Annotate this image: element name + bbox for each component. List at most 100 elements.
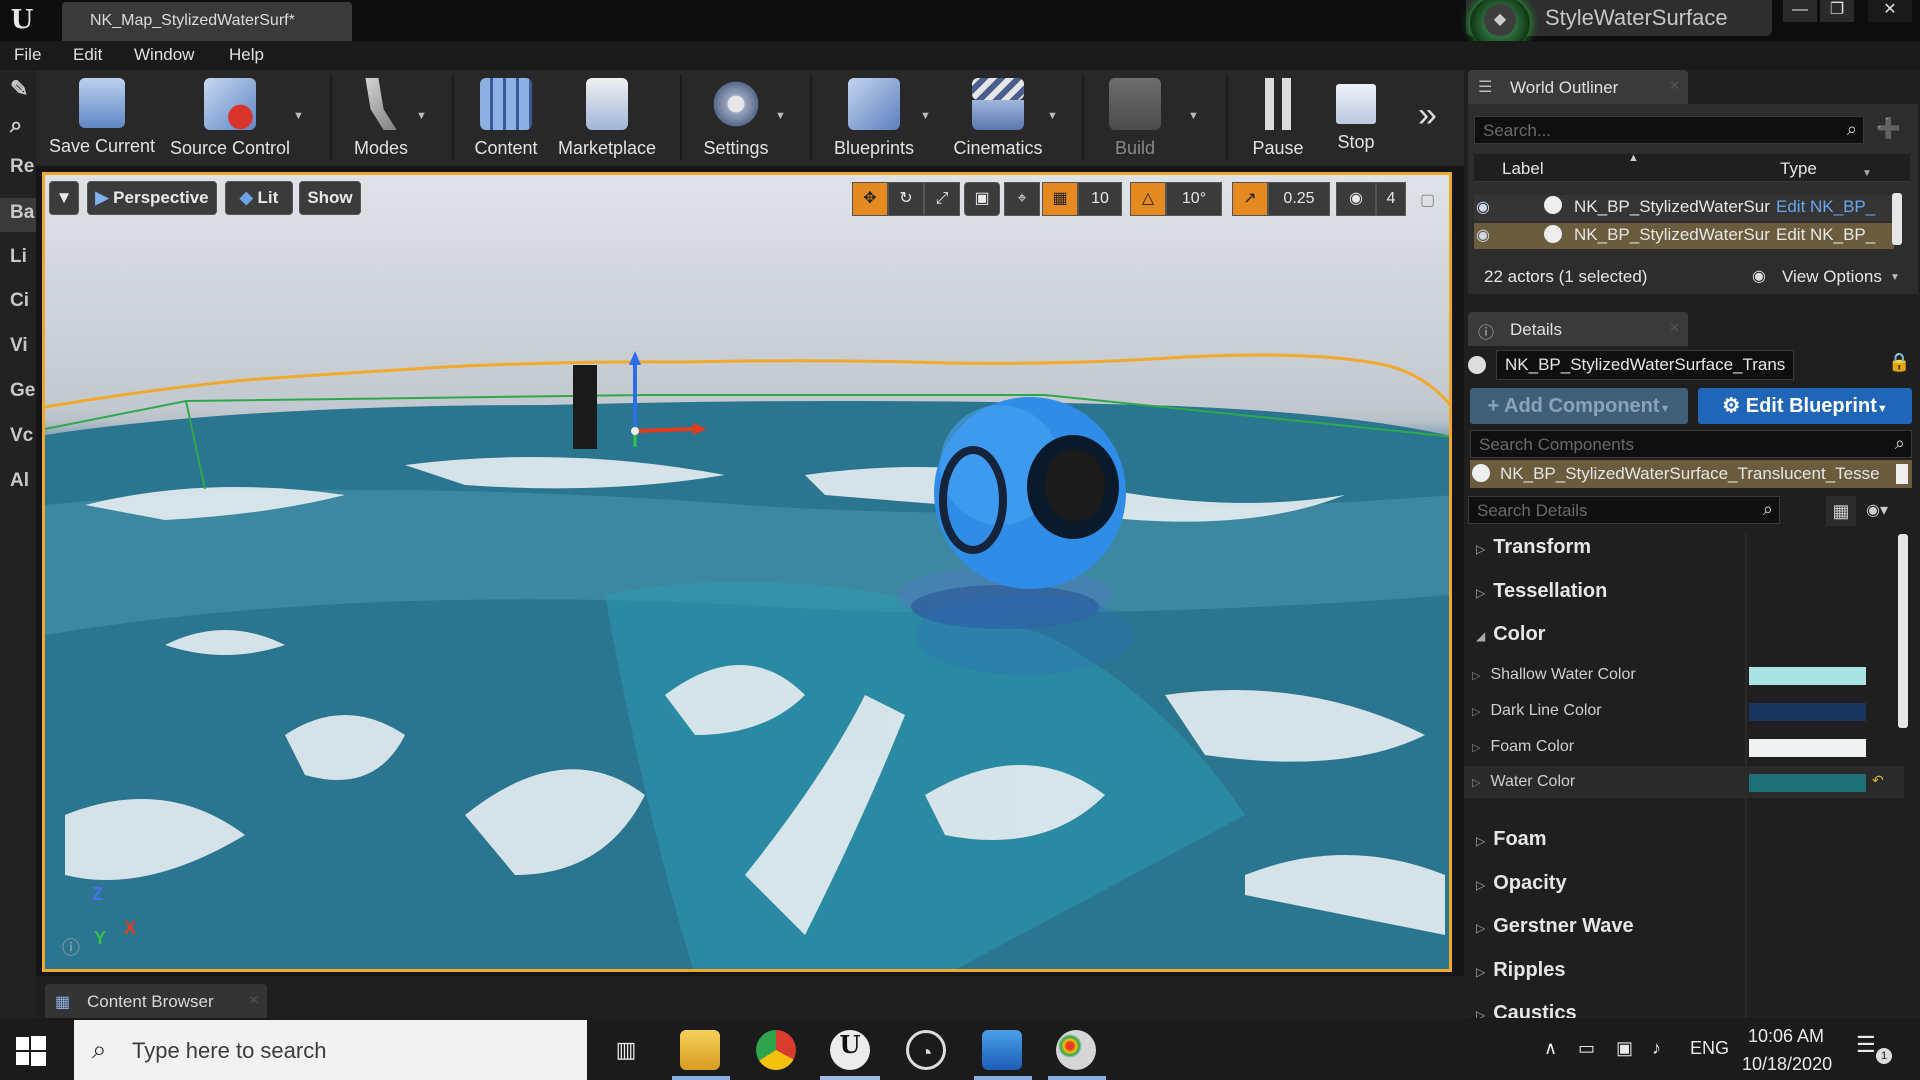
show-button[interactable]: Show <box>299 181 361 215</box>
reset-to-default-icon[interactable]: ↶ <box>1872 772 1884 789</box>
cinematics-dropdown-icon[interactable]: ▼ <box>1047 110 1058 122</box>
foam-color-swatch[interactable] <box>1749 739 1866 757</box>
tab-lights[interactable]: Li <box>0 246 36 268</box>
category-transform[interactable]: ▷ Transform <box>1476 536 1591 559</box>
search-icon[interactable]: ⌕ <box>0 112 36 138</box>
restore-button[interactable]: ❐ <box>1820 0 1854 22</box>
tab-basic[interactable]: Ba <box>0 198 36 232</box>
rotation-snap-icon[interactable]: △ <box>1130 182 1166 216</box>
menu-file[interactable]: File <box>14 45 41 65</box>
scale-snap-value[interactable]: 0.25 <box>1268 182 1330 216</box>
camera-speed-icon[interactable]: ◉ <box>1336 182 1376 216</box>
tab-geometry[interactable]: Ge <box>0 380 36 402</box>
marketplace-button[interactable]: Marketplace <box>552 74 662 162</box>
settings-button[interactable]: Settings <box>690 74 782 162</box>
edit-blueprint-link[interactable]: Edit NK_BP_ <box>1776 225 1875 245</box>
visibility-eye-icon[interactable]: ◉ <box>1476 225 1490 245</box>
input-language[interactable]: ENG <box>1690 1038 1729 1059</box>
outliner-scrollbar[interactable] <box>1892 193 1902 245</box>
lock-icon[interactable]: 🔒 <box>1888 352 1910 373</box>
world-outliner-tab[interactable]: ☰ World Outliner ✕ <box>1468 70 1688 104</box>
build-button[interactable]: Build <box>1096 74 1174 162</box>
stop-button[interactable]: Stop <box>1322 74 1390 162</box>
close-icon[interactable]: ✕ <box>249 993 259 1007</box>
close-button[interactable]: ✕ <box>1868 0 1912 22</box>
unreal-logo-icon[interactable]: U <box>6 4 38 36</box>
paint-app-icon[interactable] <box>1056 1030 1096 1070</box>
add-filter-icon[interactable]: ➕ <box>1876 116 1901 141</box>
battery-icon[interactable]: ▭ <box>1578 1038 1595 1059</box>
blueprints-dropdown-icon[interactable]: ▼ <box>920 110 931 122</box>
category-gerstner-wave[interactable]: ▷ Gerstner Wave <box>1476 915 1634 938</box>
chrome-icon[interactable] <box>756 1030 796 1070</box>
settings-dropdown-icon[interactable]: ▼ <box>775 110 786 122</box>
outliner-search-input[interactable]: Search... ⌕ <box>1474 116 1864 144</box>
world-local-toggle-icon[interactable]: ▣ <box>964 182 1000 216</box>
content-button[interactable]: Content <box>466 74 546 162</box>
details-tab[interactable]: ⓘ Details ✕ <box>1468 312 1688 346</box>
level-viewport[interactable]: ▼ ▶ Perspective ◆ Lit Show <box>42 172 1452 972</box>
property-foam-color[interactable]: ▷ Foam Color <box>1472 738 1574 756</box>
scale-tool-icon[interactable]: ⤢ <box>924 182 960 216</box>
property-shallow-water-color[interactable]: ▷ Shallow Water Color <box>1472 666 1636 684</box>
search-components-input[interactable]: Search Components ⌕ <box>1470 430 1912 458</box>
windows-start-icon[interactable] <box>16 1036 46 1066</box>
menu-edit[interactable]: Edit <box>73 45 102 65</box>
tab-visual-effects[interactable]: Vi <box>0 335 36 357</box>
outliner-col-type[interactable]: Type <box>1780 159 1817 179</box>
tab-cinematic[interactable]: Ci <box>0 290 36 312</box>
close-icon[interactable]: ✕ <box>1669 320 1680 336</box>
category-color[interactable]: ◢ Color <box>1476 623 1545 646</box>
cinematics-button[interactable]: Cinematics <box>946 74 1050 162</box>
surface-snap-icon[interactable]: ⌖ <box>1004 182 1040 216</box>
search-details-input[interactable]: Search Details ⌕ <box>1468 496 1780 524</box>
menu-help[interactable]: Help <box>229 45 264 65</box>
edit-blueprint-button[interactable]: ⚙ Edit Blueprint▼ <box>1698 388 1912 424</box>
view-mode-button[interactable]: ◆ Lit <box>225 181 293 215</box>
toolbar-overflow-icon[interactable]: » <box>1418 96 1437 135</box>
translate-tool-icon[interactable]: ✥ <box>852 182 888 216</box>
view-options-button[interactable]: View Options <box>1782 267 1882 287</box>
property-dark-line-color[interactable]: ▷ Dark Line Color <box>1472 702 1602 720</box>
category-opacity[interactable]: ▷ Opacity <box>1476 872 1567 895</box>
add-component-button[interactable]: + Add Component▼ <box>1470 388 1688 424</box>
category-foam[interactable]: ▷ Foam <box>1476 828 1547 851</box>
actor-name-field[interactable]: NK_BP_StylizedWaterSurface_Trans <box>1496 350 1794 380</box>
taskbar-search-input[interactable]: ⌕ Type here to search <box>74 1020 587 1080</box>
edit-blueprint-link[interactable]: Edit NK_BP_ <box>1776 197 1875 217</box>
category-caustics[interactable]: ▷ Caustics <box>1476 1002 1577 1018</box>
pause-button[interactable]: Pause <box>1240 74 1316 162</box>
category-tessellation[interactable]: ▷ Tessellation <box>1476 580 1607 603</box>
rotate-tool-icon[interactable]: ↻ <box>888 182 924 216</box>
viewport-help-icon[interactable]: ⓘ <box>62 934 80 960</box>
scale-snap-icon[interactable]: ↗ <box>1232 182 1268 216</box>
tab-all-classes[interactable]: Al <box>0 470 36 492</box>
category-ripples[interactable]: ▷ Ripples <box>1476 959 1565 982</box>
view-options-dropdown-icon[interactable]: ▼ <box>1890 272 1900 283</box>
clock-time[interactable]: 10:06 AM <box>1748 1026 1824 1047</box>
visibility-eye-icon[interactable]: ◉ <box>1476 197 1490 217</box>
blueprints-button[interactable]: Blueprints <box>824 74 924 162</box>
grid-snap-icon[interactable]: ▦ <box>1042 182 1078 216</box>
tab-recent[interactable]: Re <box>0 156 36 178</box>
save-current-button[interactable]: Save Current <box>44 74 160 162</box>
property-matrix-icon[interactable]: ▦ <box>1826 496 1856 526</box>
show-hidden-icons-icon[interactable]: ∧ <box>1544 1038 1557 1059</box>
obs-studio-icon[interactable]: ◔ <box>906 1030 946 1070</box>
water-color-swatch[interactable] <box>1749 774 1866 792</box>
sort-asc-icon[interactable]: ▲ <box>1628 152 1639 164</box>
unreal-engine-taskbar-icon[interactable]: U <box>830 1030 870 1070</box>
type-dropdown-icon[interactable]: ▼ <box>1862 168 1872 179</box>
content-browser-tab[interactable]: ▦ Content Browser ✕ <box>45 984 267 1018</box>
outliner-col-label[interactable]: Label <box>1502 159 1544 179</box>
perspective-button[interactable]: ▶ Perspective <box>87 181 217 215</box>
source-control-dropdown-icon[interactable]: ▼ <box>293 110 304 122</box>
modes-button[interactable]: Modes <box>340 74 422 162</box>
build-dropdown-icon[interactable]: ▼ <box>1188 110 1199 122</box>
rotation-snap-value[interactable]: 10° <box>1166 182 1222 216</box>
modes-dropdown-icon[interactable]: ▼ <box>416 110 427 122</box>
shallow-water-color-swatch[interactable] <box>1749 667 1866 685</box>
level-tab[interactable]: NK_Map_StylizedWaterSurf* <box>62 2 352 41</box>
place-mode-icon[interactable]: ✎ <box>0 76 36 102</box>
file-explorer-icon[interactable] <box>680 1030 720 1070</box>
